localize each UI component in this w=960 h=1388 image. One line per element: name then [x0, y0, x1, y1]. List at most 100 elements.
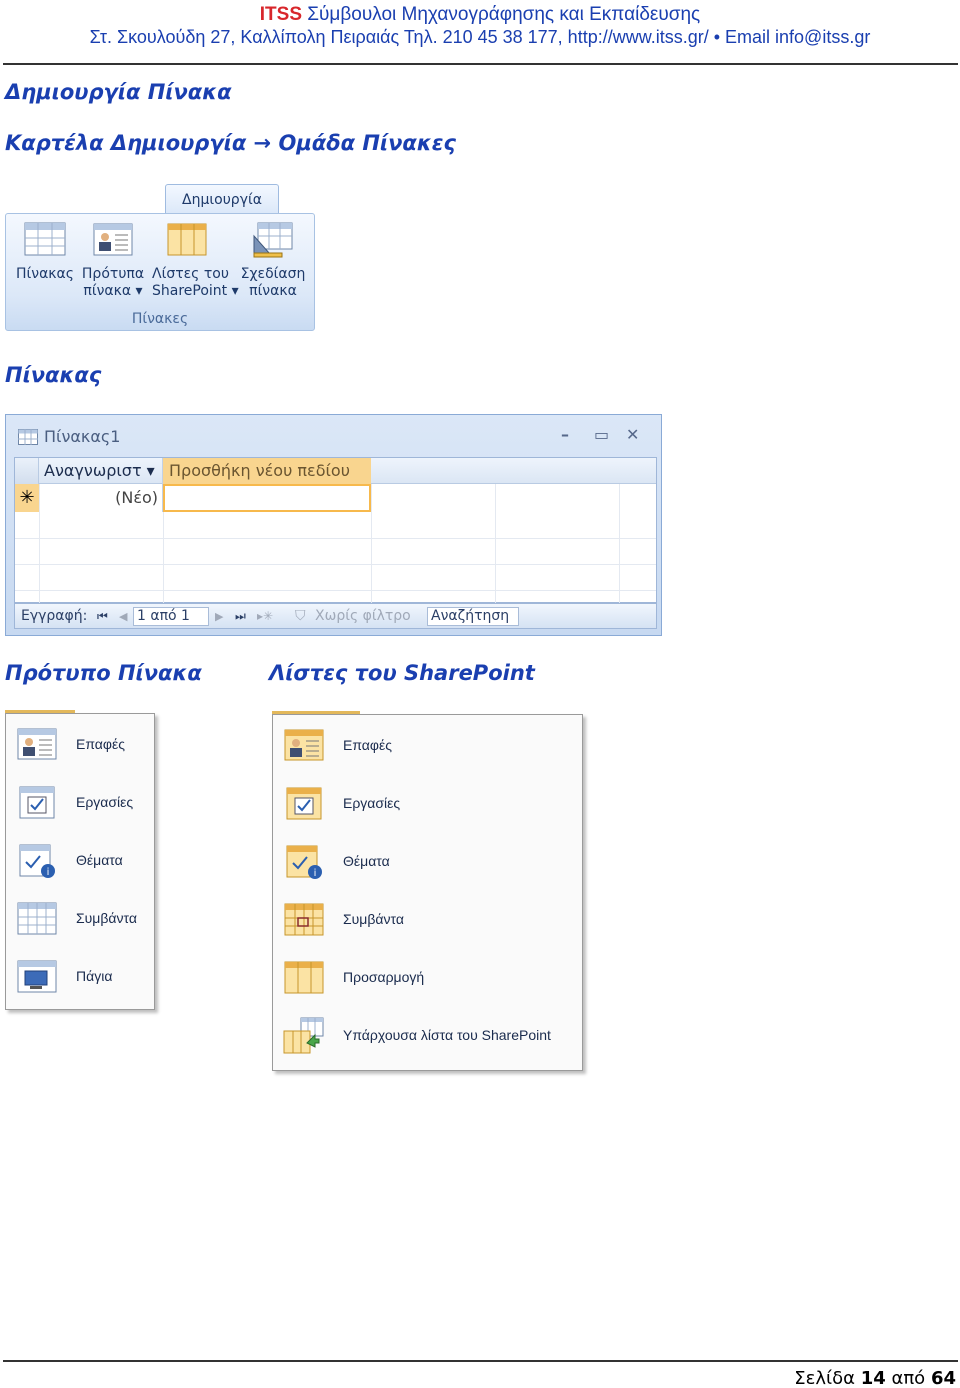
- menu-item-label: Επαφές: [76, 736, 125, 752]
- menu-item-contacts[interactable]: Επαφές: [273, 727, 582, 767]
- table-small-icon: [18, 429, 38, 445]
- new-record-icon[interactable]: ▸✳: [257, 609, 273, 623]
- footer-divider: [3, 1360, 958, 1362]
- events-icon: [284, 903, 324, 936]
- svg-text:i: i: [314, 868, 317, 879]
- svg-text:i: i: [47, 867, 50, 878]
- search-input[interactable]: Αναζήτηση: [427, 607, 519, 626]
- sharepoint-list-icon: [167, 223, 207, 256]
- company-name: Σύμβουλοι Μηχανογράφησης και Εκπαίδευσης: [302, 4, 701, 25]
- next-record-icon[interactable]: ▶: [215, 610, 223, 623]
- total-pages: 64: [930, 1368, 956, 1388]
- active-cell[interactable]: [163, 484, 371, 512]
- table-button-label: Πίνακας: [15, 266, 74, 282]
- ribbon-body: Πίνακας Πρότυπα πίνακα ▾ Λίστες του Shar…: [5, 213, 315, 331]
- menu-item-tasks[interactable]: Εργασίες: [273, 785, 582, 825]
- events-icon: [17, 902, 57, 935]
- current-record-box[interactable]: 1 από 1: [133, 607, 209, 626]
- menu-item-label: Συμβάντα: [343, 911, 404, 927]
- menu-item-label: Πάγια: [76, 968, 113, 984]
- sharepoint-lists-label-1: Λίστες του: [152, 266, 229, 282]
- heading-create-table: Δημιουργία Πίνακα: [5, 80, 232, 104]
- tasks-icon: [19, 786, 55, 819]
- contacts-icon: [284, 729, 324, 761]
- close-button[interactable]: ✕: [626, 425, 639, 444]
- menu-item-label: Θέματα: [343, 853, 390, 869]
- column-header-id[interactable]: Αναγνωριστ ▾: [39, 458, 163, 484]
- ribbon-group-label: Πίνακες: [131, 311, 189, 327]
- tasks-icon: [286, 787, 322, 820]
- contacts-icon: [17, 728, 57, 760]
- menu-item-label: Εργασίες: [76, 794, 134, 810]
- menu-item-events[interactable]: Συμβάντα: [6, 900, 154, 940]
- grid-row-line: [15, 590, 656, 591]
- table-button[interactable]: Πίνακας: [10, 222, 80, 310]
- menu-item-contacts[interactable]: Επαφές: [6, 726, 154, 766]
- ribbon-create-tables-group: Δημιουργία Πίνακας Πρότυπα πίνακα ▾ Λίστ…: [5, 184, 315, 332]
- menu-item-existing-list[interactable]: Υπάρχουσα λίστα του SharePoint: [273, 1017, 582, 1057]
- custom-list-icon: [284, 961, 324, 994]
- menu-item-tasks[interactable]: Εργασίες: [6, 784, 154, 824]
- table-icon: [24, 222, 66, 256]
- heading-tab-path: Καρτέλα Δημιουργία → Ομάδα Πίνακες: [5, 131, 456, 155]
- new-record-marker-icon[interactable]: ✳: [15, 484, 39, 512]
- current-page: 14: [860, 1368, 886, 1388]
- header-divider: [3, 63, 958, 65]
- previous-record-icon[interactable]: ◀: [119, 610, 127, 623]
- maximize-button[interactable]: ▭: [594, 425, 609, 444]
- new-record-id-cell[interactable]: (Νέο): [39, 484, 163, 512]
- last-record-icon[interactable]: ⏭: [235, 609, 246, 624]
- window-title-text: Πίνακας1: [44, 427, 121, 446]
- column-header-add-field[interactable]: Προσθήκη νέου πεδίου: [163, 458, 371, 484]
- sharepoint-lists-button[interactable]: Λίστες του SharePoint ▾: [152, 222, 239, 310]
- page-word: Σελίδα: [794, 1368, 855, 1388]
- menu-item-label: Επαφές: [343, 737, 392, 753]
- table-design-icon: [253, 222, 293, 258]
- record-label: Εγγραφή:: [21, 608, 88, 624]
- header-company-line: ITSS Σύμβουλοι Μηχανογράφησης και Εκπαίδ…: [0, 4, 960, 26]
- existing-list-icon: [283, 1017, 324, 1054]
- table-design-button[interactable]: Σχεδίαση πίνακα: [238, 222, 308, 310]
- grid-row-line: [15, 564, 656, 565]
- sharepoint-lists-label-2: SharePoint ▾: [152, 283, 239, 299]
- table-design-label-1: Σχεδίαση: [240, 266, 306, 282]
- of-word: από: [891, 1368, 926, 1388]
- table-templates-label-2: πίνακα ▾: [83, 283, 143, 299]
- menu-item-assets[interactable]: Πάγια: [6, 958, 154, 998]
- menu-item-issues[interactable]: i Θέματα: [273, 843, 582, 883]
- select-all-cell[interactable]: [15, 458, 39, 484]
- window-title: Πίνακας1: [18, 427, 120, 446]
- menu-item-label: Εργασίες: [343, 795, 401, 811]
- menu-item-label: Συμβάντα: [76, 910, 137, 926]
- menu-item-events[interactable]: Συμβάντα: [273, 901, 582, 941]
- table-templates-label-1: Πρότυπα: [81, 266, 145, 282]
- minimize-button[interactable]: –: [561, 425, 569, 444]
- table-design-label-2: πίνακα: [249, 283, 297, 299]
- first-record-icon[interactable]: ⏮: [97, 609, 108, 624]
- menu-item-issues[interactable]: i Θέματα: [6, 842, 154, 882]
- table-templates-button[interactable]: Πρότυπα πίνακα ▾: [78, 222, 148, 310]
- sharepoint-lists-menu: Επαφές Εργασίες i Θέματα Συμβάντα Προσαρ…: [272, 714, 583, 1071]
- table-templates-menu: Επαφές Εργασίες i Θέματα Συμβάντα Πάγια: [5, 713, 155, 1010]
- contact-card-icon: [93, 223, 133, 256]
- page-number: Σελίδα 14 από 64: [794, 1368, 956, 1388]
- brand-logo-text: ITSS: [259, 4, 303, 25]
- assets-icon: [17, 960, 57, 993]
- menu-item-label: Υπάρχουσα λίστα του SharePoint: [343, 1027, 551, 1043]
- header-address: Στ. Σκουλούδη 27, Καλλίπολη Πειραιάς Τηλ…: [89, 27, 871, 47]
- no-filter-button[interactable]: Χωρίς φίλτρο: [315, 608, 411, 624]
- menu-item-label: Θέματα: [76, 852, 123, 868]
- tab-create[interactable]: Δημιουργία: [165, 184, 279, 214]
- menu-item-custom[interactable]: Προσαρμογή: [273, 959, 582, 999]
- heading-sharepoint-lists: Λίστες του SharePoint: [269, 661, 535, 685]
- table-window: Πίνακας1 – ▭ ✕ Αναγνωριστ ▾ Προσθήκη νέο…: [5, 414, 662, 636]
- datasheet-grid: Αναγνωριστ ▾ Προσθήκη νέου πεδίου ✳ (Νέο…: [14, 457, 657, 604]
- record-navigation-bar: Εγγραφή: ⏮ ◀ 1 από 1 ▶ ⏭ ▸✳ ⛉ Χωρίς φίλτ…: [14, 603, 657, 629]
- issues-icon: i: [19, 844, 55, 878]
- heading-table: Πίνακας: [5, 363, 102, 387]
- filter-icon[interactable]: ⛉: [295, 608, 306, 624]
- heading-templates: Πρότυπο Πίνακα: [5, 661, 202, 685]
- issues-icon: i: [286, 845, 322, 879]
- grid-row-line: [15, 538, 656, 539]
- menu-item-label: Προσαρμογή: [343, 969, 425, 985]
